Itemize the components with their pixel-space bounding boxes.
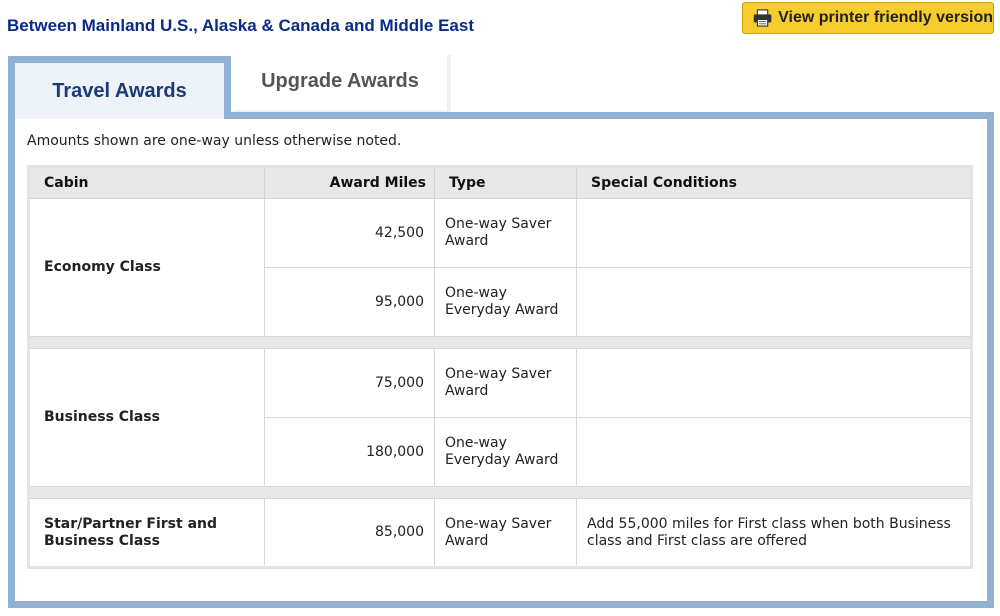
header-special-conditions: Special Conditions bbox=[576, 166, 972, 199]
table-row: Economy Class 42,500 One-way Saver Award bbox=[28, 198, 972, 337]
miles-cell: 85,000 bbox=[264, 498, 435, 568]
miles-cell: 95,000 bbox=[264, 267, 435, 337]
conditions-cell bbox=[576, 198, 972, 268]
conditions-cell bbox=[576, 417, 972, 487]
conditions-cell: Add 55,000 miles for First class when bo… bbox=[576, 498, 972, 568]
type-cell: One-way Saver Award bbox=[434, 198, 577, 268]
cabin-cell: Economy Class bbox=[28, 198, 265, 337]
group-spacer bbox=[28, 486, 972, 499]
header-cabin: Cabin bbox=[28, 166, 265, 199]
type-cell: One-way Everyday Award bbox=[434, 267, 577, 337]
cabin-cell: Star/Partner First and Business Class bbox=[28, 498, 265, 568]
conditions-cell bbox=[576, 348, 972, 418]
group-spacer bbox=[28, 336, 972, 349]
header-award-miles: Award Miles bbox=[264, 166, 435, 199]
type-cell: One-way Everyday Award bbox=[434, 417, 577, 487]
tab-upgrade-awards-label: Upgrade Awards bbox=[233, 53, 447, 110]
printer-icon bbox=[753, 9, 772, 27]
table-header-row: Cabin Award Miles Type Special Condition… bbox=[28, 166, 972, 199]
cabin-cell: Business Class bbox=[28, 348, 265, 487]
print-button-label: View printer friendly version bbox=[778, 9, 993, 26]
miles-cell: 75,000 bbox=[264, 348, 435, 418]
table-row: Star/Partner First and Business Class 85… bbox=[28, 498, 972, 568]
print-friendly-button[interactable]: View printer friendly version bbox=[742, 2, 994, 34]
header-type: Type bbox=[434, 166, 577, 199]
miles-cell: 42,500 bbox=[264, 198, 435, 268]
type-cell: One-way Saver Award bbox=[434, 498, 577, 568]
conditions-cell bbox=[576, 267, 972, 337]
table-row: Business Class 75,000 One-way Saver Awar… bbox=[28, 348, 972, 487]
one-way-note: Amounts shown are one-way unless otherwi… bbox=[27, 133, 402, 149]
tab-travel-awards-label: Travel Awards bbox=[15, 63, 224, 119]
awards-table: Cabin Award Miles Type Special Condition… bbox=[27, 165, 973, 569]
route-title: Between Mainland U.S., Alaska & Canada a… bbox=[7, 16, 474, 35]
miles-cell: 180,000 bbox=[264, 417, 435, 487]
tab-upgrade-awards[interactable]: Upgrade Awards bbox=[233, 53, 451, 112]
type-cell: One-way Saver Award bbox=[434, 348, 577, 418]
awards-panel: Amounts shown are one-way unless otherwi… bbox=[8, 112, 994, 608]
tab-travel-awards[interactable]: Travel Awards bbox=[8, 56, 231, 119]
